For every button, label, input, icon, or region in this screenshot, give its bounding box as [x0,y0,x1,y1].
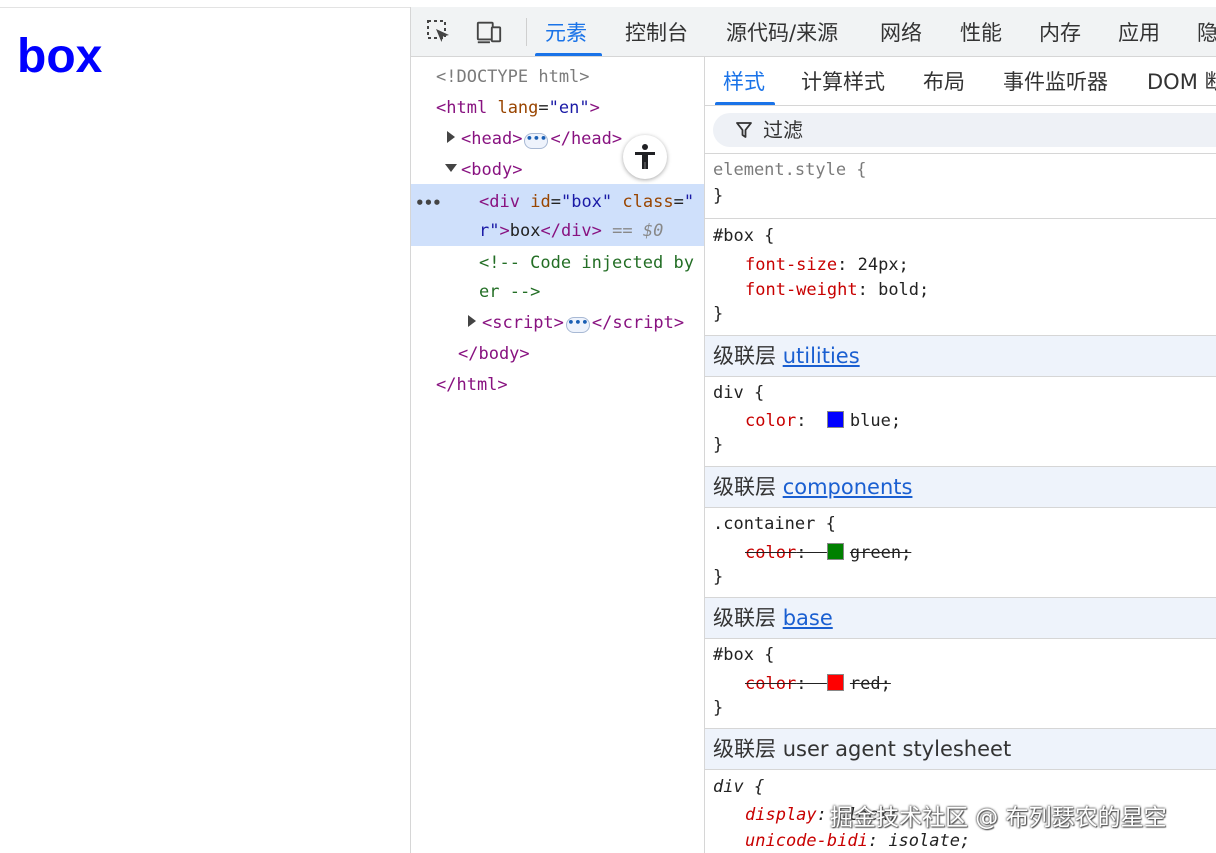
color-swatch-green[interactable] [826,543,844,560]
ua-rule-selector[interactable]: div { [713,775,764,799]
subtab-event-listeners[interactable]: 事件监听器 [1003,57,1108,105]
tab-network[interactable]: 网络 [880,7,922,56]
site-watermark: 掘金技术社区 @ 布列瑟农的星空 [830,805,1167,831]
dom-html-open[interactable]: <html lang="en"> [436,96,600,120]
decl-unicode-bidi[interactable]: unicode-bidi: isolate; [745,829,970,853]
layer-header-base: 级联层 base [705,597,1216,639]
layer-link-components[interactable]: components [783,475,913,499]
layer-header-utilities: 级联层 utilities [705,335,1216,377]
toolbar-separator [526,18,527,46]
collapse-arrow-icon[interactable] [445,164,457,172]
element-style-close: } [713,186,724,206]
dom-doctype[interactable]: <!DOCTYPE html> [436,65,590,89]
inspect-element-icon[interactable] [425,18,453,46]
device-toolbar-icon[interactable] [475,18,503,46]
subtab-dom-breakpoints[interactable]: DOM 断 [1147,57,1216,105]
dom-head-node[interactable]: <head> ••• </head> [447,127,622,151]
styles-sidebar: 样式 计算样式 布局 事件监听器 DOM 断 过滤 element.style … [704,57,1216,853]
filter-placeholder: 过滤 [763,118,803,142]
layer-header-components: 级联层 components [705,466,1216,508]
box-rule-close: } [713,304,724,324]
components-rule-close: } [713,567,724,587]
expand-arrow-icon[interactable] [447,131,455,143]
decl-color-red-overridden[interactable]: color: red; [745,672,891,696]
tab-memory[interactable]: 内存 [1039,7,1081,56]
layer-link-base[interactable]: base [783,606,833,630]
styles-filter-input[interactable]: 过滤 [713,113,1216,147]
dom-comment-line1[interactable]: <!-- Code injected by [479,251,694,275]
tab-privacy[interactable]: 隐 [1197,7,1216,56]
rule-divider [705,218,1216,219]
page-box-text: box [17,30,103,83]
tab-sources[interactable]: 源代码/来源 [726,7,838,56]
decl-color-green-overridden[interactable]: color: green; [745,541,911,565]
dom-div-box-node[interactable]: <div id="box" class=" [479,190,694,214]
tab-elements[interactable]: 元素 [535,7,602,56]
devtools-main-toolbar: 元素 控制台 源代码/来源 网络 性能 内存 应用 隐 [411,7,1216,57]
dom-html-close[interactable]: </html> [436,373,508,397]
accessibility-tree-button[interactable] [623,135,667,179]
layer-link-utilities[interactable]: utilities [783,344,860,368]
expand-arrow-icon[interactable] [468,315,476,327]
components-rule-selector[interactable]: .container { [713,512,836,536]
utilities-rule-selector[interactable]: div { [713,381,764,405]
dom-script-node[interactable]: <script> ••• </script> [468,311,684,335]
accessibility-icon [635,144,655,169]
layer-header-user-agent: 级联层 user agent stylesheet [705,728,1216,770]
window-top-border [0,7,410,8]
dom-tree-pane: ••• <!DOCTYPE html> <html lang="en"> <he… [411,57,704,853]
devtools-panel: 元素 控制台 源代码/来源 网络 性能 内存 应用 隐 ••• <!DOCTYP… [410,7,1216,853]
decl-font-size[interactable]: font-size: 24px; [745,253,909,277]
dom-div-box-node-cont[interactable]: r">box</div> == $0 [479,219,663,243]
node-actions-icon[interactable]: ••• [415,194,442,212]
styles-subtabs: 样式 计算样式 布局 事件监听器 DOM 断 [705,57,1216,106]
tab-performance[interactable]: 性能 [960,7,1002,56]
decl-color-blue[interactable]: color: blue; [745,409,901,433]
collapsed-content-icon[interactable]: ••• [524,133,549,149]
box-rule-selector[interactable]: #box { [713,224,774,248]
subtab-styles[interactable]: 样式 [715,57,775,105]
tab-application[interactable]: 应用 [1118,7,1160,56]
filter-divider [705,153,1216,154]
utilities-rule-close: } [713,435,724,455]
dom-body-close[interactable]: </body> [458,342,530,366]
tab-console[interactable]: 控制台 [625,7,688,56]
base-rule-close: } [713,698,724,718]
color-swatch-red[interactable] [826,674,844,691]
dom-body-open[interactable]: <body> [445,158,522,182]
filter-icon [736,122,752,138]
element-style-selector[interactable]: element.style { [713,158,867,182]
decl-font-weight[interactable]: font-weight: bold; [745,278,929,302]
color-swatch-blue[interactable] [826,411,844,428]
dom-comment-line2[interactable]: er --> [479,280,540,304]
subtab-computed[interactable]: 计算样式 [801,57,885,105]
collapsed-content-icon[interactable]: ••• [565,317,590,333]
subtab-layout[interactable]: 布局 [923,57,965,105]
base-rule-selector[interactable]: #box { [713,643,774,667]
